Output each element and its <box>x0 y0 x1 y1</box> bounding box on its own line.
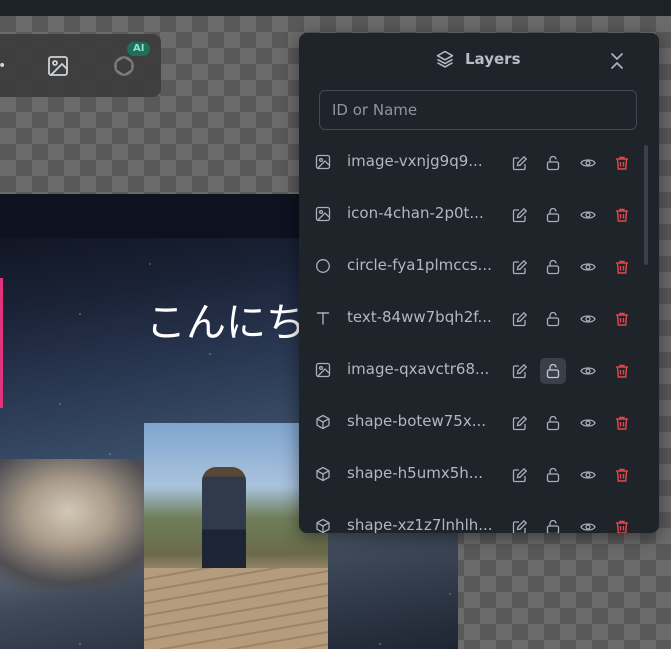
edit-icon[interactable] <box>507 306 533 332</box>
layer-row[interactable]: shape-xz1z7lnhlh... <box>299 501 645 533</box>
trash-icon[interactable] <box>609 254 635 280</box>
trash-icon[interactable] <box>609 462 635 488</box>
layer-row[interactable]: image-qxavctr68... <box>299 345 645 397</box>
layers-title-label: Layers <box>465 50 521 68</box>
layers-panel-header: Layers <box>299 33 659 87</box>
layer-search-input[interactable] <box>319 90 637 130</box>
image-icon[interactable] <box>46 54 70 78</box>
layers-panel: Layers image-vxnjg9q9... icon-4chan-2p0t… <box>299 33 659 533</box>
layer-row[interactable]: icon-4chan-2p0t... <box>299 189 645 241</box>
text-type-icon <box>316 312 330 325</box>
toolbar-overflow-icon[interactable]: • <box>0 58 6 74</box>
canvas-text-greeting[interactable]: こんにち <box>146 290 306 348</box>
edit-icon[interactable] <box>507 410 533 436</box>
openai-icon[interactable] <box>110 52 138 80</box>
eye-icon[interactable] <box>575 202 601 228</box>
eye-icon[interactable] <box>575 410 601 436</box>
layer-row[interactable]: shape-botew75x... <box>299 397 645 449</box>
layer-name: text-84ww7bqh2f... <box>347 308 492 326</box>
eye-icon[interactable] <box>575 462 601 488</box>
cube-type-icon <box>316 518 330 533</box>
layer-row[interactable]: circle-fya1plmccs... <box>299 241 645 293</box>
image-type-icon <box>315 154 331 170</box>
layer-list-scrollbar[interactable] <box>644 145 648 265</box>
wooden-deck <box>144 568 328 649</box>
cube-type-icon <box>316 414 330 430</box>
edit-icon[interactable] <box>507 254 533 280</box>
edit-icon[interactable] <box>507 514 533 533</box>
layer-name: image-qxavctr68... <box>347 360 490 378</box>
unlock-icon[interactable] <box>540 150 566 176</box>
trash-icon[interactable] <box>609 150 635 176</box>
top-app-bar <box>0 0 671 16</box>
unlock-icon[interactable] <box>540 202 566 228</box>
ai-badge: AI <box>127 42 151 56</box>
trash-icon[interactable] <box>609 410 635 436</box>
circle-type-icon <box>316 259 330 273</box>
unlock-icon[interactable] <box>540 358 566 384</box>
layer-list: image-vxnjg9q9... icon-4chan-2p0t... cir… <box>299 137 659 533</box>
edit-icon[interactable] <box>507 150 533 176</box>
eye-icon[interactable] <box>575 254 601 280</box>
eye-icon[interactable] <box>575 306 601 332</box>
unlock-icon[interactable] <box>540 410 566 436</box>
unlock-icon[interactable] <box>540 514 566 533</box>
cube-type-icon <box>316 466 330 482</box>
canvas-top-strip <box>0 194 300 238</box>
layer-name: shape-h5umx5h... <box>347 464 484 482</box>
canvas-toolbar: • AI <box>0 34 161 97</box>
layers-icon <box>436 50 454 68</box>
trash-icon[interactable] <box>609 306 635 332</box>
trash-icon[interactable] <box>609 358 635 384</box>
unlock-icon[interactable] <box>540 462 566 488</box>
unlock-icon[interactable] <box>540 254 566 280</box>
eye-icon[interactable] <box>575 150 601 176</box>
layer-name: icon-4chan-2p0t... <box>347 204 484 222</box>
selection-edge <box>0 278 3 408</box>
edit-icon[interactable] <box>507 462 533 488</box>
layer-row[interactable]: text-84ww7bqh2f... <box>299 293 645 345</box>
unlock-icon[interactable] <box>540 306 566 332</box>
layer-name: shape-xz1z7lnhlh... <box>347 516 493 533</box>
image-type-icon <box>315 206 331 222</box>
layer-row[interactable]: image-vxnjg9q9... <box>299 137 645 189</box>
collapse-icon[interactable] <box>609 51 625 71</box>
layer-name: shape-botew75x... <box>347 412 487 430</box>
eye-icon[interactable] <box>575 358 601 384</box>
layers-panel-title: Layers <box>435 49 521 69</box>
trash-icon[interactable] <box>609 514 635 533</box>
layer-name: circle-fya1plmccs... <box>347 256 492 274</box>
eye-icon[interactable] <box>575 514 601 533</box>
layer-row[interactable]: shape-h5umx5h... <box>299 449 645 501</box>
image-type-icon <box>315 362 331 378</box>
trash-icon[interactable] <box>609 202 635 228</box>
layer-name: image-vxnjg9q9... <box>347 152 483 170</box>
edit-icon[interactable] <box>507 358 533 384</box>
edit-icon[interactable] <box>507 202 533 228</box>
